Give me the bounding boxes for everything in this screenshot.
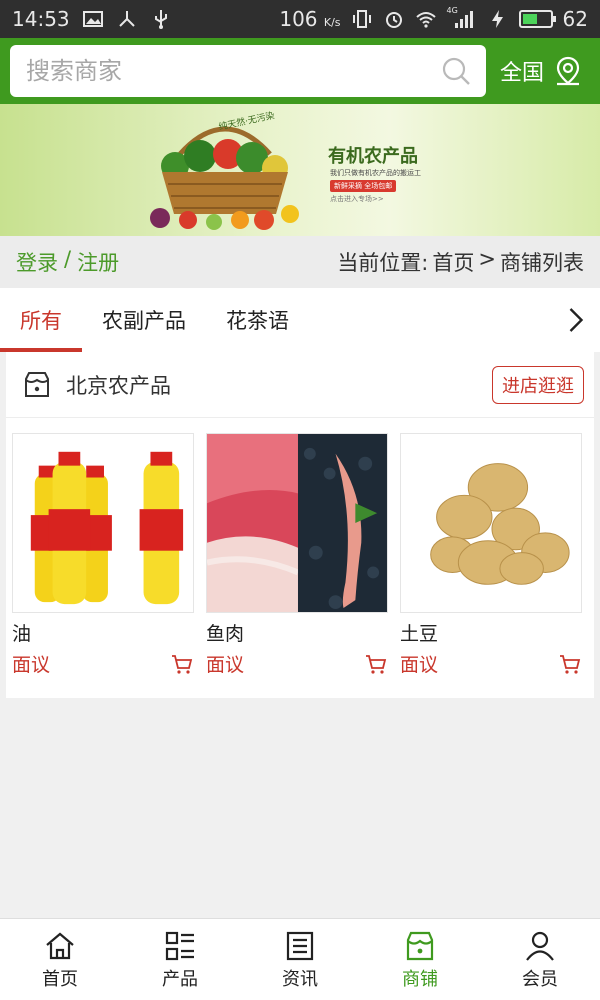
region-selector[interactable]: 全国	[500, 55, 590, 87]
home-icon[interactable]	[43, 929, 77, 963]
visit-shop-button[interactable]: 进店逛逛	[492, 365, 584, 404]
signal-icon: 4G	[447, 6, 477, 30]
breadcrumb-prefix: 当前位置:	[337, 251, 429, 275]
nav-member-label[interactable]: 会员	[522, 965, 558, 991]
store-icon	[25, 371, 49, 397]
banner-title: 有机农产品	[328, 146, 418, 167]
cart-icon[interactable]	[558, 652, 582, 676]
news-icon[interactable]	[283, 929, 317, 963]
region-label[interactable]: 全国	[500, 55, 544, 87]
image-icon	[82, 8, 104, 30]
grid-list-icon[interactable]	[163, 929, 197, 963]
tab-flower-tea[interactable]: 花茶语	[206, 288, 309, 352]
battery-level: 62	[562, 7, 588, 31]
product-image-potato[interactable]	[400, 433, 582, 613]
breadcrumb: 当前位置: 首页 > 商铺列表	[337, 247, 584, 277]
banner-subtitle: 我们只做有机农产品的搬运工	[330, 169, 421, 177]
nav-products-label[interactable]: 产品	[162, 965, 198, 991]
store-icon[interactable]	[403, 929, 437, 963]
breadcrumb-current: 商铺列表	[500, 251, 584, 275]
nav-member[interactable]: 会员	[480, 919, 600, 1000]
nav-home[interactable]: 首页	[0, 919, 120, 1000]
nav-news-label[interactable]: 资讯	[282, 965, 318, 991]
nav-stores-label[interactable]: 商铺	[402, 965, 438, 991]
product-item[interactable]: 鱼肉 面议	[206, 433, 388, 677]
usb-icon	[150, 8, 172, 30]
banner-more: 点击进入专场>>	[330, 195, 384, 203]
status-time: 14:53	[12, 7, 70, 31]
search-box[interactable]	[10, 45, 486, 97]
promo-banner[interactable]: 纯天然·无污染 有机农产品 我们只做有机农产品的搬运工 新鲜采摘 全场包邮 点击…	[0, 104, 600, 236]
cart-icon[interactable]	[170, 652, 194, 676]
login-link[interactable]: 登录	[16, 247, 58, 277]
vibrate-icon	[351, 8, 373, 30]
nav-news[interactable]: 资讯	[240, 919, 360, 1000]
wifi-icon	[415, 8, 437, 30]
nav-stores[interactable]: 商铺	[360, 919, 480, 1000]
category-tabs: 所有 农副产品 花茶语	[0, 288, 600, 352]
tab-agricultural-products[interactable]: 农副产品	[82, 288, 206, 352]
product-price: 面议	[206, 654, 245, 676]
product-name[interactable]: 土豆	[400, 619, 582, 646]
product-item[interactable]: 土豆 面议	[400, 433, 582, 677]
bottom-nav: 首页 产品 资讯 商铺 会员	[0, 918, 600, 1000]
breadcrumb-separator: >	[478, 247, 496, 271]
product-name[interactable]: 油	[12, 619, 194, 646]
nav-home-label[interactable]: 首页	[42, 965, 78, 991]
product-image-oil[interactable]	[12, 433, 194, 613]
product-name[interactable]: 鱼肉	[206, 619, 388, 646]
banner-chip: 新鲜采摘 全场包邮	[330, 180, 397, 192]
user-icon[interactable]	[523, 929, 557, 963]
shop-card: 北京农产品 进店逛逛 油 面议 鱼肉 面议 土豆 面议	[6, 352, 594, 698]
product-item[interactable]: 油 面议	[12, 433, 194, 677]
charging-icon	[487, 8, 509, 30]
shop-name[interactable]: 北京农产品	[66, 370, 171, 400]
cart-icon[interactable]	[364, 652, 388, 676]
product-image-fish-meat[interactable]	[206, 433, 388, 613]
share-icon	[116, 8, 138, 30]
battery-icon	[518, 10, 556, 28]
tabs-next-button[interactable]	[552, 288, 600, 352]
product-price: 面议	[400, 654, 439, 676]
auth-separator: /	[64, 247, 72, 271]
network-speed: 106 K/s	[279, 7, 341, 31]
tab-all[interactable]: 所有	[0, 288, 82, 352]
status-bar: 14:53 106 K/s 4G 62	[0, 0, 600, 38]
register-link[interactable]: 注册	[77, 247, 119, 277]
auth-links: 登录 / 注册	[16, 247, 119, 277]
search-icon[interactable]	[440, 55, 472, 87]
top-header: 全国	[0, 38, 600, 104]
alarm-icon	[383, 8, 405, 30]
location-pin-icon[interactable]	[552, 55, 584, 87]
nav-products[interactable]: 产品	[120, 919, 240, 1000]
auth-breadcrumb-bar: 登录 / 注册 当前位置: 首页 > 商铺列表	[0, 236, 600, 288]
product-price: 面议	[12, 654, 51, 676]
search-input[interactable]	[26, 57, 440, 85]
shop-header: 北京农产品 进店逛逛	[6, 352, 594, 418]
chevron-right-icon[interactable]	[565, 305, 587, 335]
breadcrumb-home[interactable]: 首页	[432, 247, 474, 277]
product-list: 油 面议 鱼肉 面议 土豆 面议	[6, 418, 594, 677]
